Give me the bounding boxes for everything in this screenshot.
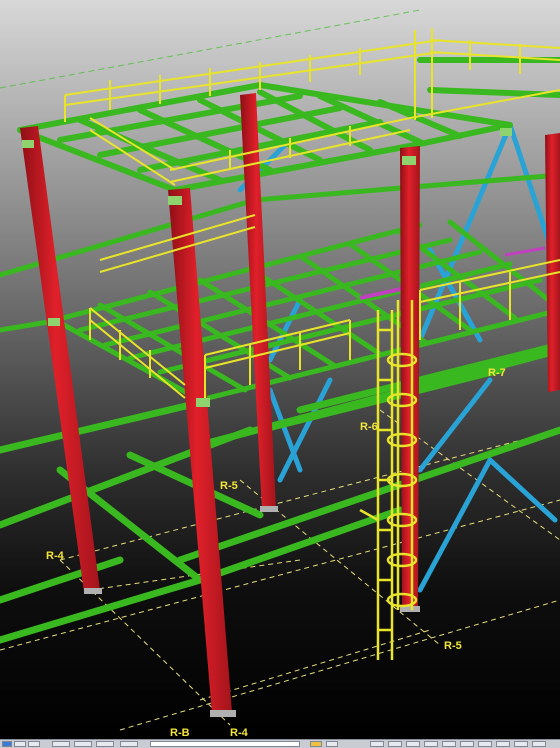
toolbar-button[interactable] xyxy=(532,741,546,747)
grid-label-r4-bottom: R-4 xyxy=(230,727,248,739)
steel-structure-model xyxy=(0,9,560,731)
toolbar-button[interactable] xyxy=(478,741,492,747)
toolbar-button[interactable] xyxy=(96,741,114,747)
toolbar-button[interactable] xyxy=(120,741,138,747)
toolbar-button[interactable] xyxy=(496,741,510,747)
steel-columns xyxy=(20,93,560,717)
toolbar-button[interactable] xyxy=(310,741,322,747)
toolbar-button[interactable] xyxy=(514,741,528,747)
command-input[interactable] xyxy=(150,741,300,747)
grid-label-r5-top: R-5 xyxy=(220,480,238,492)
toolbar-button[interactable] xyxy=(14,741,26,747)
grid-label-r4-left: R-4 xyxy=(46,550,64,562)
toolbar-button[interactable] xyxy=(424,741,438,747)
toolbar-button[interactable] xyxy=(326,741,338,747)
toolbar-button[interactable] xyxy=(388,741,402,747)
toolbar-button[interactable] xyxy=(28,741,40,747)
grid-label-r6: R-6 xyxy=(360,421,378,433)
grid-label-r7: R-7 xyxy=(488,367,506,379)
windows-icon[interactable] xyxy=(2,741,12,747)
grid-label-rb: R-B xyxy=(170,727,190,739)
toolbar-button[interactable] xyxy=(52,741,70,747)
toolbar-button[interactable] xyxy=(406,741,420,747)
toolbar-button[interactable] xyxy=(442,741,456,747)
handrails xyxy=(64,28,560,400)
toolbar-button[interactable] xyxy=(460,741,474,747)
toolbar-button[interactable] xyxy=(74,741,92,747)
grid-label-r5-bottom: R-5 xyxy=(444,640,462,652)
3d-model-viewport[interactable]: R-4 R-5 R-6 R-7 R-5 R-B R-4 xyxy=(0,0,560,739)
toolbar-button[interactable] xyxy=(370,741,384,747)
